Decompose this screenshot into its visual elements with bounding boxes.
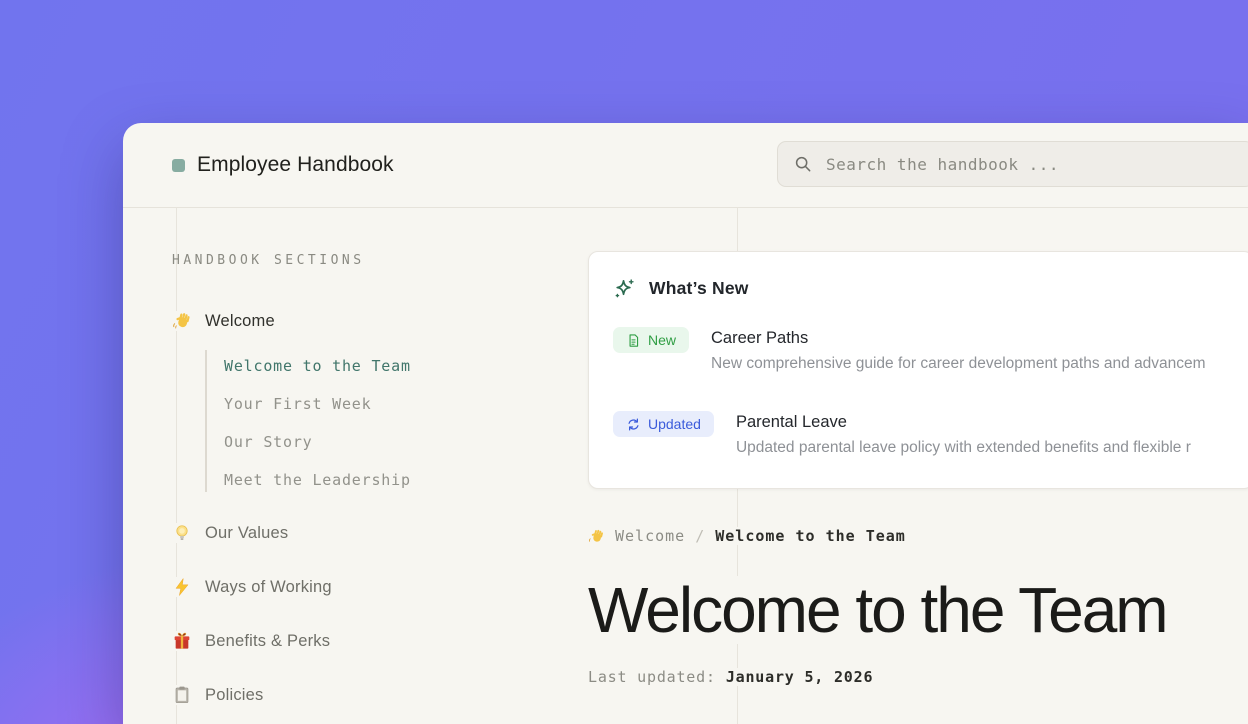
breadcrumb: Welcome / Welcome to the Team <box>588 527 920 545</box>
clipboard-icon <box>172 685 192 705</box>
lightbulb-icon <box>172 523 192 543</box>
whats-new-item-career-paths[interactable]: New Career Paths New comprehensive guide… <box>613 327 1206 373</box>
last-updated-value: January 5, 2026 <box>726 668 873 686</box>
search-icon <box>794 155 812 173</box>
sub-items-rail <box>205 350 207 492</box>
whats-new-title: What’s New <box>649 278 749 299</box>
sidebar-item-label: Ways of Working <box>205 578 332 597</box>
waving-hand-icon <box>588 528 605 545</box>
document-icon <box>626 333 641 348</box>
badge-label: New <box>648 332 676 348</box>
breadcrumb-separator: / <box>695 527 705 545</box>
sidebar-subitem-welcome-to-the-team[interactable]: Welcome to the Team <box>224 356 411 376</box>
breadcrumb-current-page: Welcome to the Team <box>715 527 906 545</box>
whats-new-item-description: New comprehensive guide for career devel… <box>711 355 1206 373</box>
refresh-icon <box>626 417 641 432</box>
search-input[interactable] <box>824 154 1237 175</box>
app-window: Employee Handbook HANDBOOK SECTIONS <box>123 123 1248 724</box>
sidebar-subitem-our-story[interactable]: Our Story <box>224 432 312 452</box>
sparkles-icon <box>613 277 636 300</box>
sidebar-item-ways-of-working[interactable]: Ways of Working <box>172 575 332 599</box>
whats-new-card: What’s New New Career Paths New comprehe… <box>588 251 1248 489</box>
whats-new-item-title: Career Paths <box>711 329 1206 348</box>
sidebar-heading: HANDBOOK SECTIONS <box>172 253 365 268</box>
sidebar-subitem-your-first-week[interactable]: Your First Week <box>224 394 371 414</box>
sidebar-subitem-meet-the-leadership[interactable]: Meet the Leadership <box>224 470 411 490</box>
new-badge: New <box>613 327 689 353</box>
breadcrumb-section[interactable]: Welcome <box>615 527 685 545</box>
sidebar-item-welcome[interactable]: Welcome <box>172 309 275 333</box>
whats-new-item-parental-leave[interactable]: Updated Parental Leave Updated parental … <box>613 411 1191 457</box>
sidebar-item-benefits-perks[interactable]: Benefits & Perks <box>172 629 330 653</box>
page-title: Welcome to the Team <box>588 576 1183 644</box>
waving-hand-icon <box>172 311 192 331</box>
sidebar-item-label: Our Values <box>205 524 288 543</box>
search-box[interactable] <box>777 141 1248 187</box>
sidebar-item-policies[interactable]: Policies <box>172 683 263 707</box>
desktop-background: Employee Handbook HANDBOOK SECTIONS <box>0 0 1248 724</box>
sidebar-item-label: Welcome <box>205 312 275 331</box>
last-updated: Last updated: January 5, 2026 <box>588 668 887 686</box>
whats-new-item-description: Updated parental leave policy with exten… <box>736 439 1191 457</box>
logo-square-icon <box>172 159 185 172</box>
app-title: Employee Handbook <box>197 153 394 177</box>
brand: Employee Handbook <box>172 123 394 207</box>
whats-new-header: What’s New <box>613 277 749 300</box>
updated-badge: Updated <box>613 411 714 437</box>
lightning-bolt-icon <box>172 577 192 597</box>
sidebar-item-label: Benefits & Perks <box>205 632 330 651</box>
gift-icon <box>172 631 192 651</box>
sidebar-item-label: Policies <box>205 686 263 705</box>
whats-new-item-title: Parental Leave <box>736 413 1191 432</box>
whats-new-item-text: Career Paths New comprehensive guide for… <box>711 329 1206 373</box>
last-updated-label: Last updated: <box>588 668 716 686</box>
app-header: Employee Handbook <box>123 123 1248 208</box>
badge-label: Updated <box>648 416 701 432</box>
whats-new-item-text: Parental Leave Updated parental leave po… <box>736 413 1191 457</box>
sidebar-item-our-values[interactable]: Our Values <box>172 521 288 545</box>
